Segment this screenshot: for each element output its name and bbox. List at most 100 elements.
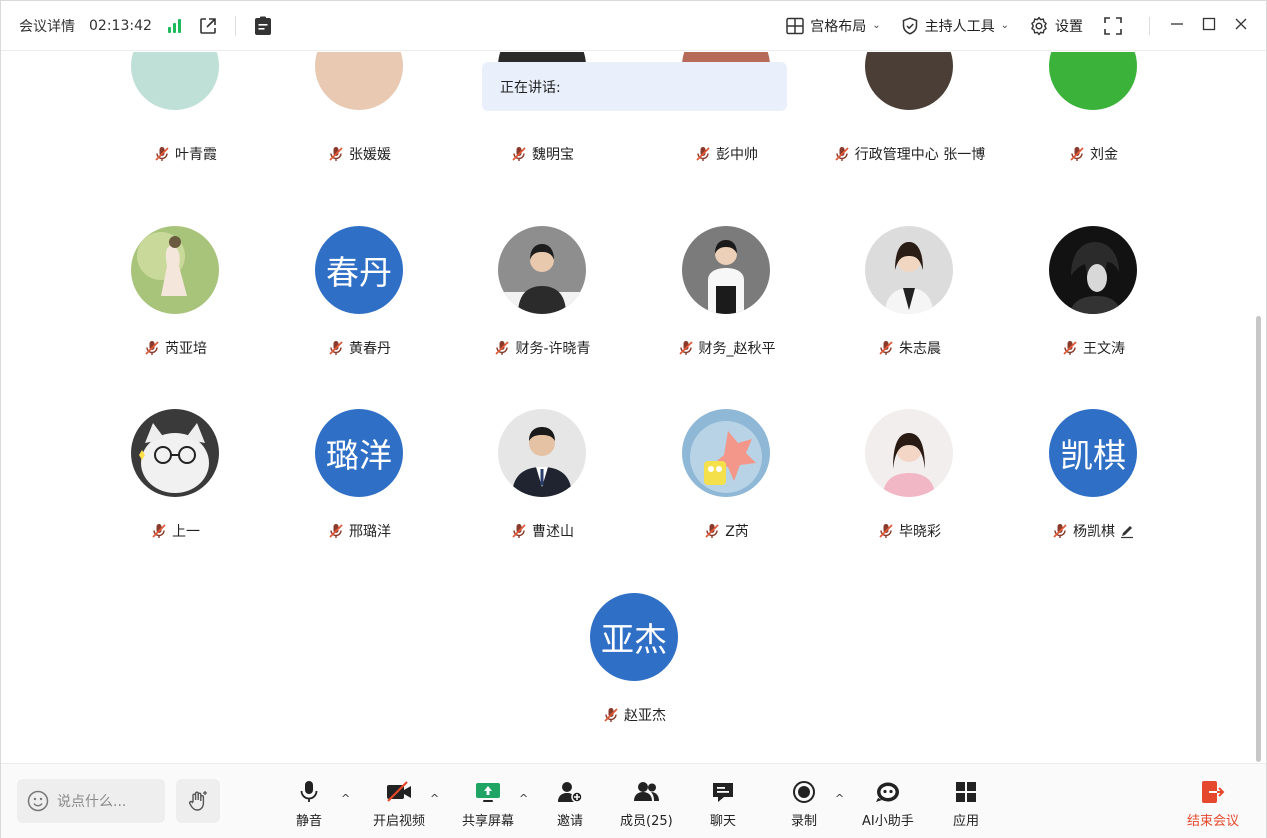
participant-tile[interactable]: 刘金 bbox=[1001, 32, 1185, 182]
participant-tile[interactable]: 凯棋 杨凯棋 bbox=[1001, 409, 1185, 559]
mic-muted-icon bbox=[329, 341, 343, 355]
mic-muted-icon bbox=[835, 147, 849, 161]
chevron-down-icon: ⌄ bbox=[1000, 20, 1009, 31]
meeting-details-link[interactable]: 会议详情 bbox=[19, 16, 75, 36]
participant-tile[interactable]: 毕晓彩 bbox=[817, 409, 1001, 559]
signal-strength-icon bbox=[167, 18, 181, 33]
mic-muted-icon bbox=[155, 147, 169, 161]
participant-name: 魏明宝 bbox=[532, 147, 574, 163]
participant-tile[interactable]: 财务-许晓青 bbox=[450, 226, 634, 376]
chat-icon bbox=[713, 783, 733, 802]
mic-muted-icon bbox=[152, 524, 166, 538]
participant-tile[interactable]: 璐洋 邢璐洋 bbox=[267, 409, 451, 559]
close-icon[interactable] bbox=[1234, 16, 1248, 35]
emoji-icon[interactable] bbox=[27, 790, 49, 812]
invite-label: 邀请 bbox=[557, 814, 584, 829]
microphone-icon bbox=[300, 781, 318, 802]
participant-name: 毕晓彩 bbox=[899, 524, 941, 540]
avatar bbox=[1049, 226, 1137, 314]
participant-name: 财务_赵秋平 bbox=[698, 341, 776, 357]
participant-tile[interactable]: 上一 bbox=[83, 409, 267, 559]
chevron-up-icon[interactable]: ^ bbox=[341, 792, 350, 805]
participant-name: 张媛媛 bbox=[349, 147, 391, 163]
video-off-icon bbox=[387, 781, 411, 802]
participant-name: 刘金 bbox=[1090, 147, 1118, 163]
mic-muted-icon bbox=[145, 341, 159, 355]
participant-name: Z芮 bbox=[725, 524, 749, 540]
mic-muted-icon bbox=[705, 524, 719, 538]
pencil-icon bbox=[1121, 526, 1133, 539]
avatar bbox=[131, 409, 219, 497]
avatar: 亚杰 bbox=[590, 593, 678, 681]
invite-button[interactable]: 邀请 bbox=[557, 780, 583, 829]
mic-muted-icon bbox=[512, 147, 526, 161]
avatar bbox=[865, 409, 953, 497]
participant-tile[interactable]: 财务_赵秋平 bbox=[634, 226, 818, 376]
participant-tile[interactable]: 芮亚培 bbox=[83, 226, 267, 376]
mic-muted-icon bbox=[696, 147, 710, 161]
avatar bbox=[498, 226, 586, 314]
participant-name: 曹述山 bbox=[532, 524, 574, 540]
participant-name: 叶青霞 bbox=[175, 147, 217, 163]
avatar: 璐洋 bbox=[315, 409, 403, 497]
participant-tile[interactable]: 朱志晨 bbox=[817, 226, 1001, 376]
raise-hand-button[interactable] bbox=[176, 779, 220, 823]
apps-button[interactable]: 应用 bbox=[953, 780, 979, 829]
mic-muted-icon bbox=[329, 147, 343, 161]
participant-name: 行政管理中心 张一博 bbox=[854, 147, 986, 163]
chat-label: 聊天 bbox=[710, 814, 737, 829]
bottom-toolbar: 说点什么... 静音 ^ 开启视频 ^ 共享屏幕 ^ 邀请 成员(25) 聊天 … bbox=[1, 763, 1266, 838]
members-label: 成员(25) bbox=[620, 814, 673, 829]
chevron-up-icon[interactable]: ^ bbox=[835, 792, 844, 805]
participant-name: 上一 bbox=[172, 524, 200, 540]
mic-muted-icon bbox=[879, 341, 893, 355]
ai-assistant-button[interactable]: AI小助手 bbox=[862, 780, 914, 829]
participant-tile[interactable]: 行政管理中心 张一博 bbox=[817, 32, 1001, 182]
avatar bbox=[682, 409, 770, 497]
participant-tile[interactable]: 亚杰 赵亚杰 bbox=[542, 593, 726, 743]
mute-button[interactable]: 静音 bbox=[296, 780, 322, 829]
participant-tile[interactable]: 春丹 黄春丹 bbox=[267, 226, 451, 376]
end-meeting-label: 结束会议 bbox=[1187, 814, 1240, 829]
start-video-button[interactable]: 开启视频 bbox=[373, 780, 425, 829]
chevron-down-icon: ⌄ bbox=[872, 20, 881, 31]
participant-tile[interactable]: 彭中帅 bbox=[634, 32, 818, 182]
chevron-up-icon[interactable]: ^ bbox=[430, 792, 439, 805]
record-label: 录制 bbox=[791, 814, 818, 829]
mic-muted-icon bbox=[879, 524, 893, 538]
participant-tile[interactable]: 叶青霞 bbox=[93, 32, 277, 182]
scrollbar-thumb[interactable] bbox=[1256, 316, 1261, 762]
ai-assistant-icon bbox=[875, 782, 899, 802]
mic-muted-icon bbox=[512, 524, 526, 538]
members-button[interactable]: 成员(25) bbox=[620, 780, 673, 829]
avatar: 春丹 bbox=[315, 226, 403, 314]
participant-tile[interactable]: 魏明宝 bbox=[450, 32, 634, 182]
end-meeting-button[interactable]: 结束会议 bbox=[1187, 780, 1239, 829]
share-screen-icon bbox=[476, 783, 500, 802]
mic-muted-icon bbox=[1070, 147, 1084, 161]
participant-name: 杨凯棋 bbox=[1073, 524, 1115, 540]
chevron-up-icon[interactable]: ^ bbox=[519, 792, 528, 805]
raise-hand-icon bbox=[188, 791, 207, 811]
maximize-icon[interactable] bbox=[1202, 16, 1216, 35]
participant-tile[interactable]: 王文涛 bbox=[1001, 226, 1185, 376]
avatar: 凯棋 bbox=[1049, 409, 1137, 497]
participant-tile[interactable]: Z芮 bbox=[634, 409, 818, 559]
participant-name: 彭中帅 bbox=[716, 147, 758, 163]
start-video-label: 开启视频 bbox=[373, 814, 426, 829]
avatar bbox=[498, 409, 586, 497]
share-screen-button[interactable]: 共享屏幕 bbox=[462, 780, 514, 829]
participant-name: 芮亚培 bbox=[165, 341, 207, 357]
participant-name: 王文涛 bbox=[1083, 341, 1125, 357]
participant-name: 财务-许晓青 bbox=[515, 341, 591, 357]
participant-tile[interactable]: 曹述山 bbox=[450, 409, 634, 559]
mic-muted-icon bbox=[495, 341, 510, 355]
mic-muted-icon bbox=[1053, 524, 1067, 538]
participant-tile[interactable]: 张媛媛 bbox=[267, 32, 451, 182]
chat-button[interactable]: 聊天 bbox=[710, 780, 736, 829]
record-button[interactable]: 录制 bbox=[791, 780, 817, 829]
participant-name: 黄春丹 bbox=[349, 341, 391, 357]
chat-input[interactable]: 说点什么... bbox=[17, 779, 165, 823]
exit-icon bbox=[1202, 781, 1225, 803]
mute-label: 静音 bbox=[296, 814, 323, 829]
